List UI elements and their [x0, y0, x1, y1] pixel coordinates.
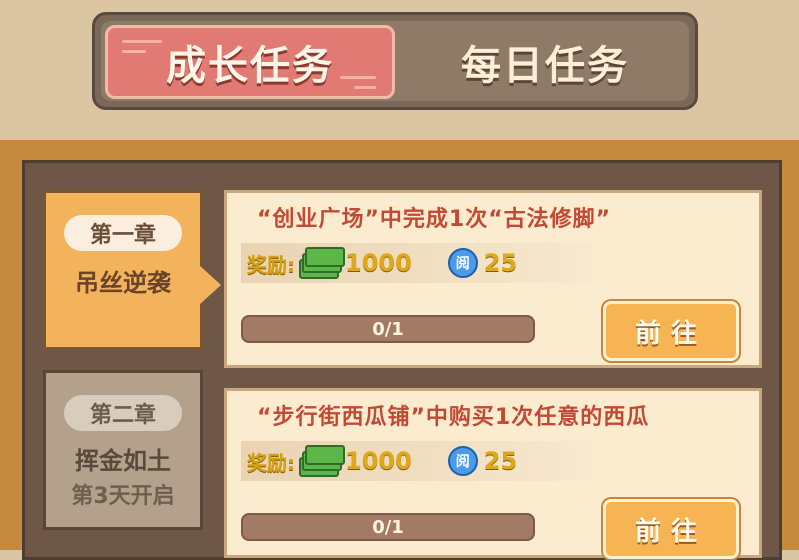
chapter-name: 吊丝逆袭: [75, 269, 171, 297]
reward-label: 奖励:: [247, 252, 295, 277]
task-description: “步行街西瓜铺”中购买1次任意的西瓜: [257, 405, 650, 430]
task-card: “步行街西瓜铺”中购买1次任意的西瓜 奖励: 1000 阅 25 0/1 前往: [224, 388, 762, 559]
cash-icon: [299, 445, 345, 477]
reward-row: 奖励: 1000 阅 25: [241, 243, 611, 283]
task-card: “创业广场”中完成1次“古法修脚” 奖励: 1000 阅 25 0/1 前往: [224, 190, 762, 368]
progress-bar: 0/1: [241, 315, 535, 343]
chapter-name: 挥金如土: [75, 447, 171, 475]
reward-label: 奖励:: [247, 450, 295, 475]
progress-bar: 0/1: [241, 513, 535, 541]
tab-label: 每日任务: [461, 43, 629, 89]
tab-growth-tasks[interactable]: 成长任务: [105, 25, 395, 99]
tab-bar: 成长任务 每日任务: [92, 12, 698, 110]
go-button[interactable]: 前往: [603, 301, 739, 361]
chapter-selected-arrow: [199, 265, 221, 305]
coin-icon: 阅: [447, 248, 478, 278]
reward-row: 奖励: 1000 阅 25: [241, 441, 611, 481]
task-description: “创业广场”中完成1次“古法修脚”: [257, 207, 612, 232]
coin-reward-value: 25: [483, 249, 518, 277]
chapter-number: 第二章: [63, 395, 182, 431]
chapter-unlock-text: 第3天开启: [71, 484, 175, 509]
tab-label: 成长任务: [166, 43, 334, 89]
cash-reward-value: 1000: [345, 447, 412, 475]
cash-icon: [299, 247, 345, 279]
go-button[interactable]: 前往: [603, 499, 739, 559]
coin-icon: 阅: [447, 446, 478, 476]
chapter-item-1[interactable]: 第一章 吊丝逆袭: [43, 190, 203, 350]
chapter-number: 第一章: [63, 215, 182, 251]
tab-daily-tasks[interactable]: 每日任务: [405, 25, 685, 99]
coin-reward-value: 25: [483, 447, 518, 475]
chapter-item-2[interactable]: 第二章 挥金如土 第3天开启: [43, 370, 203, 530]
cash-reward-value: 1000: [345, 249, 412, 277]
progress-text: 0/1: [372, 318, 404, 340]
progress-text: 0/1: [372, 516, 404, 538]
